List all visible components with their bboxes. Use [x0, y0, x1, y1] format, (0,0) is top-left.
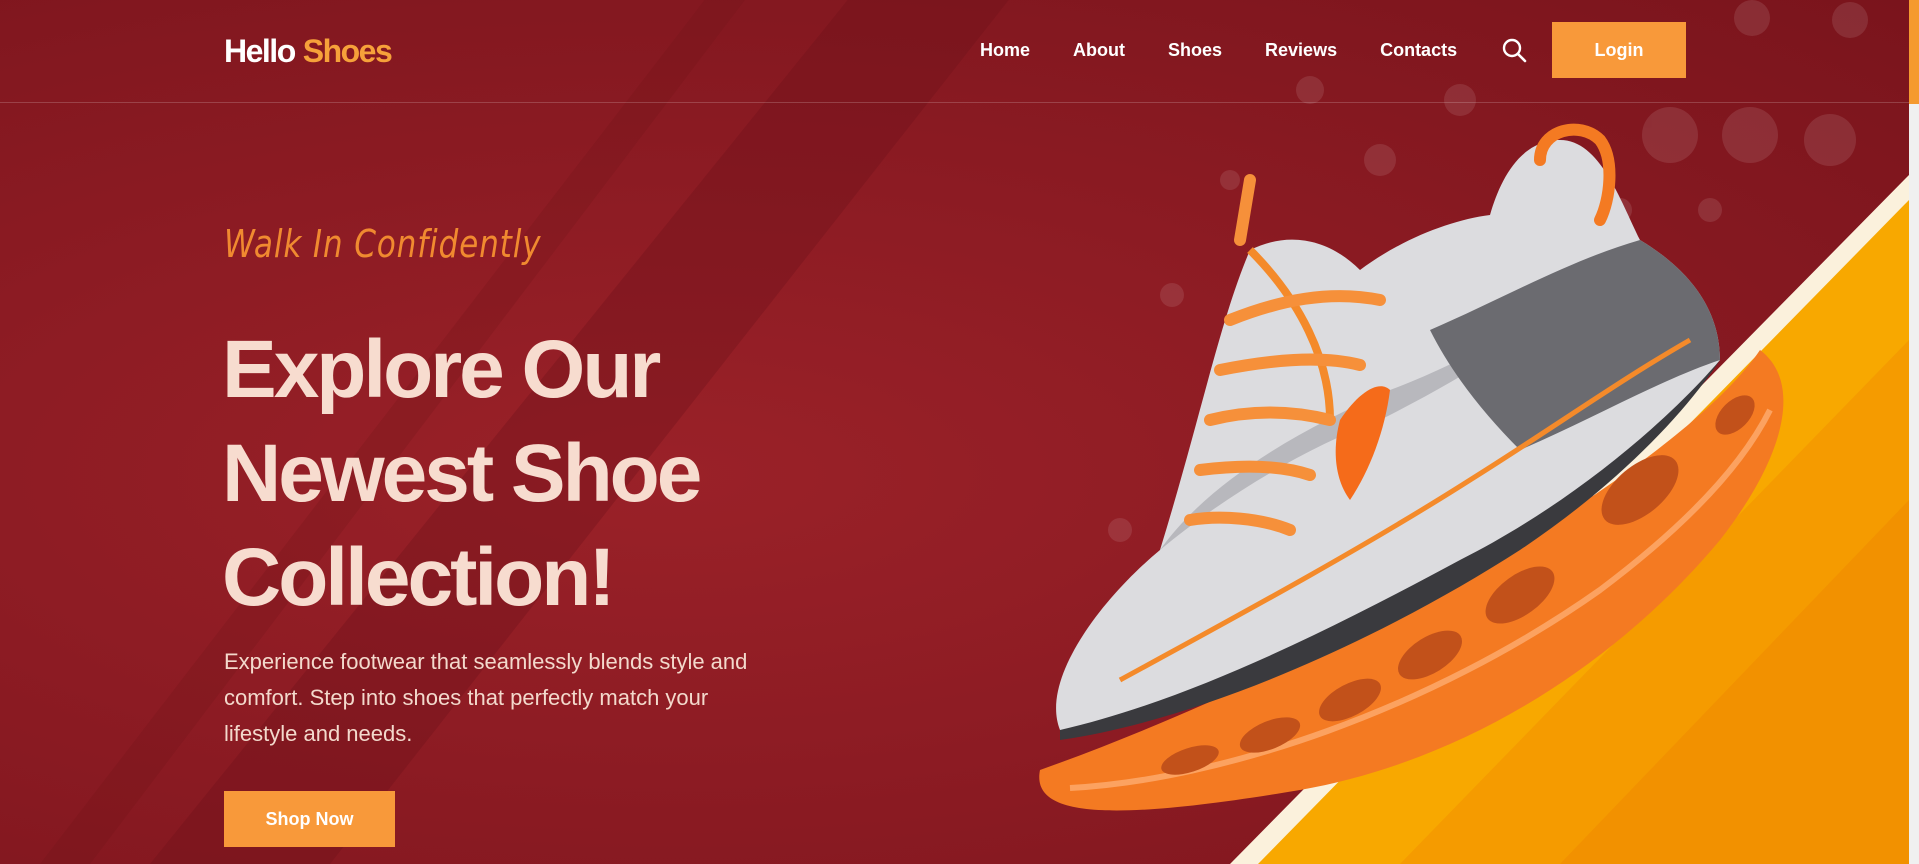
hero-tagline: Walk In Confidently — [224, 222, 542, 266]
headline-line-2: Newest Shoe — [222, 428, 702, 519]
scrollbar-thumb[interactable] — [1909, 0, 1919, 104]
search-icon[interactable] — [1501, 37, 1527, 63]
hero-headline: Explore Our Newest Shoe Collection! — [222, 318, 842, 630]
nav-item-reviews[interactable]: Reviews — [1265, 38, 1337, 62]
login-button[interactable]: Login — [1552, 22, 1686, 78]
nav-item-shoes[interactable]: Shoes — [1168, 38, 1222, 62]
headline-line-3: Collection! — [222, 532, 616, 623]
hero-description: Experience footwear that seamlessly blen… — [224, 649, 748, 746]
nav-item-contacts[interactable]: Contacts — [1380, 38, 1457, 62]
headline-line-1: Explore Our — [222, 324, 661, 415]
nav-item-about[interactable]: About — [1073, 38, 1125, 62]
scrollbar-track[interactable] — [1909, 0, 1919, 864]
brand-logo[interactable]: Hello Shoes — [224, 33, 393, 69]
brand-word-2: Shoes — [302, 33, 393, 69]
brand-word-1: Hello — [224, 33, 296, 69]
nav-item-home[interactable]: Home — [980, 38, 1030, 62]
site-header: Hello Shoes Home About Shoes Reviews Cont… — [0, 0, 1909, 103]
sneaker-image — [1000, 120, 1820, 840]
shop-now-button[interactable]: Shop Now — [224, 791, 395, 847]
main-nav: Home About Shoes Reviews Contacts — [980, 38, 1500, 62]
